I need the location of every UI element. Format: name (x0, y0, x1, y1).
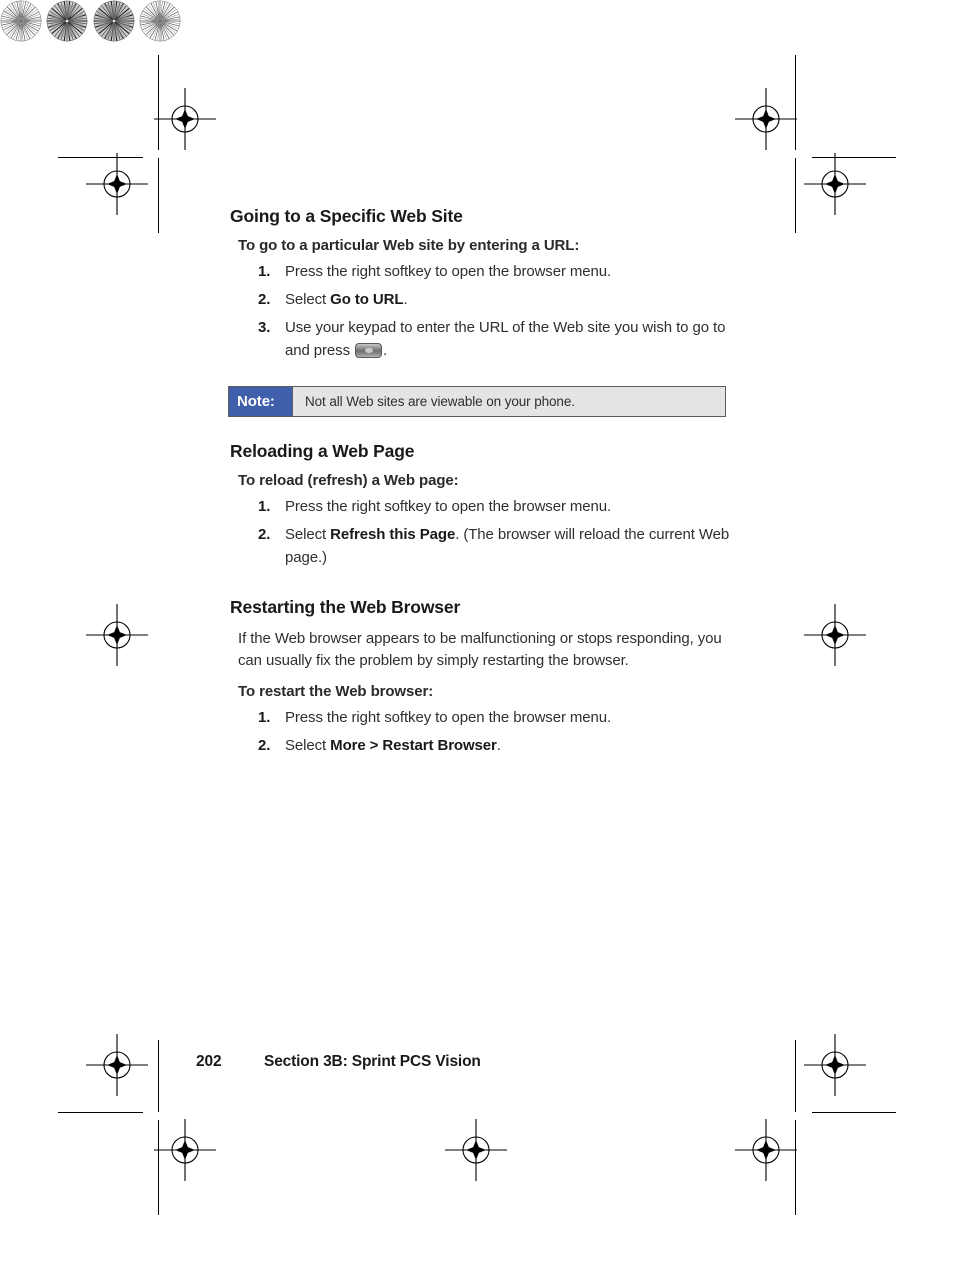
section-heading-reloading: Reloading a Web Page (230, 440, 415, 461)
crop-line-icon (795, 1040, 796, 1112)
registration-target-icon (445, 1119, 507, 1181)
step-text: Press the right softkey to open the brow… (285, 263, 612, 280)
step-number: 2. (258, 290, 271, 308)
step-number: 3. (258, 318, 271, 336)
step-text-pre: Select (285, 737, 331, 755)
note-callout: Note: Not all Web sites are viewable on … (228, 385, 726, 417)
step-text-bold: Go to URL (330, 290, 404, 308)
step-list: 1. Press the right softkey to open the b… (230, 707, 740, 758)
list-item: 2. Select More > Restart Browser. (258, 735, 740, 758)
note-label: Note: (229, 386, 293, 416)
section-heading-restarting: Restarting the Web Browser (230, 596, 461, 617)
step-text-pre: Select (285, 290, 331, 308)
step-list: 1. Press the right softkey to open the b… (230, 496, 740, 570)
list-item: 2. Select Go to URL. (258, 289, 740, 312)
crop-line-icon (58, 1112, 143, 1113)
registration-target-icon (735, 88, 797, 150)
step-number: 1. (258, 263, 271, 280)
list-item: 1. Press the right softkey to open the b… (258, 707, 740, 730)
step-text: Press the right softkey to open the brow… (285, 709, 612, 727)
step-text: Press the right softkey to open the brow… (285, 497, 612, 515)
list-item: 1. Press the right softkey to open the b… (258, 261, 740, 284)
note-text: Not all Web sites are viewable on your p… (305, 393, 575, 409)
page-content: Going to a Specific Web Site To go to a … (228, 206, 740, 763)
list-item: 1. Press the right softkey to open the b… (258, 496, 740, 519)
section-lead: To go to a particular Web site by enteri… (238, 237, 580, 254)
star-target-icon (47, 0, 88, 42)
step-number: 2. (258, 525, 271, 543)
star-target-icon (93, 0, 135, 42)
registration-target-icon (154, 1119, 216, 1181)
footer-section-name: Section 3B: Sprint PCS Vision (264, 1053, 481, 1070)
registration-target-icon (804, 1034, 866, 1096)
step-text-bold: Refresh this Page (330, 525, 456, 543)
step-number: 1. (258, 709, 271, 727)
list-item: 2. Select Refresh this Page. (The browser… (258, 524, 740, 570)
step-text-bold: More > Restart Browser (330, 737, 497, 755)
page-number: 202 (196, 1053, 222, 1070)
registration-target-icon (804, 604, 866, 666)
registration-target-icon (86, 153, 148, 215)
step-list: 1. Press the right softkey to open the b… (230, 261, 740, 363)
crop-line-icon (795, 158, 796, 233)
star-target-icon (139, 0, 181, 42)
registration-target-icon (735, 1119, 797, 1181)
registration-target-icon (154, 88, 216, 150)
step-number: 1. (258, 497, 271, 515)
crop-line-icon (812, 1112, 896, 1113)
star-target-icon (0, 0, 42, 42)
crop-line-icon (158, 1040, 159, 1112)
printer-marks-layer (0, 0, 954, 1215)
phone-ok-key-icon (355, 342, 383, 358)
step-number: 2. (258, 737, 271, 755)
page-title: Going to a Specific Web Site (230, 206, 463, 226)
section-lead: To reload (refresh) a Web page: (238, 471, 459, 489)
crop-line-icon (158, 158, 159, 233)
step-text-post: . (403, 290, 408, 308)
step-text-post: . (496, 737, 501, 755)
list-item: 3. Use your keypad to enter the URL of th… (258, 317, 740, 363)
section-paragraph: If the Web browser appears to be malfunc… (238, 629, 722, 670)
registration-target-icon (86, 604, 148, 666)
step-text-pre: Select (285, 525, 331, 543)
registration-target-icon (804, 153, 866, 215)
section-lead: To restart the Web browser: (238, 683, 434, 701)
step-text-pre: Use your keypad to enter the URL of the … (285, 318, 726, 359)
page-footer: 202 Section 3B: Sprint PCS Vision (196, 1053, 481, 1071)
registration-target-icon (86, 1034, 148, 1096)
step-text-post: . (383, 341, 388, 359)
